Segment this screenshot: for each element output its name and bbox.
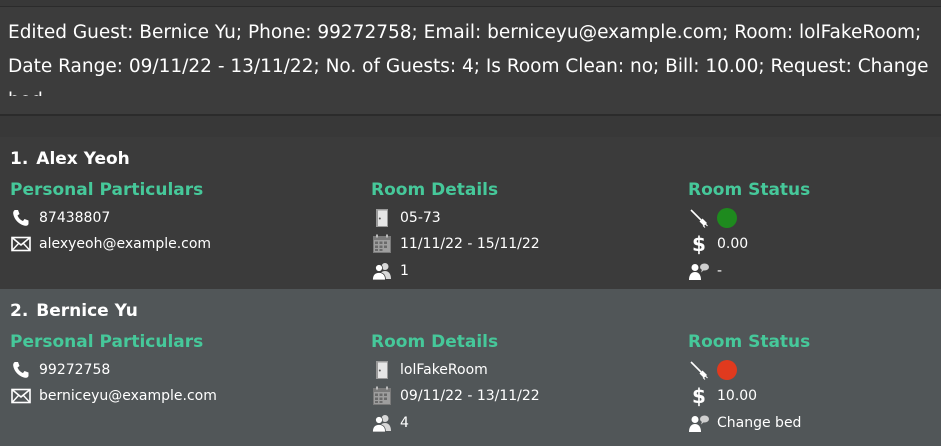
guest-index: 1. <box>10 149 29 169</box>
guest-count-row: 1 <box>371 260 409 282</box>
bill-row: $ 10.00 <box>688 385 757 407</box>
calendar-icon <box>371 385 393 407</box>
clean-status-indicator <box>717 360 737 380</box>
door-icon <box>371 207 393 229</box>
guest-index: 2. <box>10 301 29 321</box>
request-icon <box>688 412 710 434</box>
broom-icon <box>688 359 710 381</box>
bill-row: $ 0.00 <box>688 233 748 255</box>
room-row: 05-73 <box>371 207 441 229</box>
email-value: alexyeoh@example.com <box>39 236 212 252</box>
bill-value: 10.00 <box>717 388 758 404</box>
calendar-icon <box>371 233 393 255</box>
guest-name: Bernice Yu <box>36 301 138 321</box>
email-row: berniceyu@example.com <box>10 385 217 407</box>
envelope-icon <box>10 233 32 255</box>
email-value: berniceyu@example.com <box>39 388 217 404</box>
result-display: Edited Guest: Bernice Yu; Phone: 9927275… <box>0 0 941 125</box>
date-range-value: 09/11/22 - 13/11/22 <box>400 388 540 404</box>
date-row: 09/11/22 - 13/11/22 <box>371 385 540 407</box>
dollar-icon: $ <box>688 233 710 255</box>
request-row: Change bed <box>688 412 801 434</box>
svg-text:$: $ <box>692 233 706 255</box>
bill-value: 0.00 <box>717 236 749 252</box>
svg-text:$: $ <box>692 385 706 407</box>
result-panel: Edited Guest: Bernice Yu; Phone: 9927275… <box>0 6 941 116</box>
room-value: 05-73 <box>400 210 441 226</box>
email-row: alexyeoh@example.com <box>10 233 211 255</box>
request-icon <box>688 260 710 282</box>
guest-card[interactable]: 2. Bernice Yu Personal Particulars Room D… <box>0 289 941 446</box>
phone-value: 87438807 <box>39 210 111 226</box>
dollar-icon: $ <box>688 385 710 407</box>
guest-name: Alex Yeoh <box>36 149 130 169</box>
cleanliness-row <box>688 359 737 381</box>
request-value: - <box>717 263 723 279</box>
room-row: lolFakeRoom <box>371 359 488 381</box>
phone-row: 87438807 <box>10 207 110 229</box>
personal-particulars-heading: Personal Particulars <box>10 180 204 200</box>
room-status-heading: Room Status <box>688 332 811 352</box>
envelope-icon <box>10 385 32 407</box>
room-value: lolFakeRoom <box>400 362 488 378</box>
room-status-heading: Room Status <box>688 180 811 200</box>
phone-value: 99272758 <box>39 362 111 378</box>
guest-count-value: 1 <box>400 263 409 279</box>
clean-status-indicator <box>717 208 737 228</box>
broom-icon <box>688 207 710 229</box>
guest-count-row: 4 <box>371 412 409 434</box>
result-message: Edited Guest: Bernice Yu; Phone: 9927275… <box>8 22 929 96</box>
room-details-heading: Room Details <box>371 332 499 352</box>
guest-count-value: 4 <box>400 415 409 431</box>
date-row: 11/11/22 - 15/11/22 <box>371 233 540 255</box>
request-row: - <box>688 260 722 282</box>
room-details-heading: Room Details <box>371 180 499 200</box>
phone-icon <box>10 359 32 381</box>
people-icon <box>371 260 393 282</box>
phone-icon <box>10 207 32 229</box>
guest-title: 2. Bernice Yu <box>10 301 138 321</box>
request-value: Change bed <box>717 415 802 431</box>
phone-row: 99272758 <box>10 359 110 381</box>
personal-particulars-heading: Personal Particulars <box>10 332 204 352</box>
guest-card[interactable]: 1. Alex Yeoh Personal Particulars Room De… <box>0 137 941 289</box>
door-icon <box>371 359 393 381</box>
guest-title: 1. Alex Yeoh <box>10 149 130 169</box>
cleanliness-row <box>688 207 737 229</box>
date-range-value: 11/11/22 - 15/11/22 <box>400 236 540 252</box>
guest-list[interactable]: 1. Alex Yeoh Personal Particulars Room De… <box>0 137 941 446</box>
people-icon <box>371 412 393 434</box>
